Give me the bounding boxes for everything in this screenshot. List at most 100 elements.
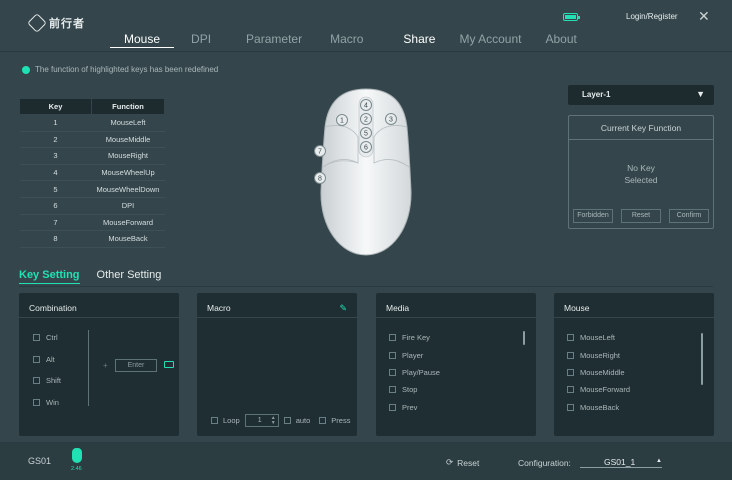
mouse-item-label: MouseLeft <box>580 333 616 343</box>
list-item[interactable]: Fire Key <box>389 329 440 346</box>
checkbox[interactable] <box>33 377 40 385</box>
checkbox[interactable] <box>33 355 40 363</box>
list-item[interactable]: MouseBack <box>567 399 630 416</box>
edit-pencil-icon[interactable]: ✎ <box>339 303 347 314</box>
layer-select[interactable]: Layer-1 ▼ <box>568 85 714 105</box>
layer-value: Layer-1 <box>582 90 611 99</box>
nav-tab-macro[interactable]: Macro <box>330 32 363 48</box>
loop-checkbox[interactable] <box>211 417 218 424</box>
logo-text: 前行者 <box>49 18 85 30</box>
mouse-scrollbar[interactable] <box>701 333 703 385</box>
table-row[interactable]: 1 MouseLeft <box>19 114 165 132</box>
keyboard-icon[interactable] <box>164 361 174 368</box>
configuration-select[interactable]: GS01_1 ▲ <box>580 457 662 468</box>
function-cell: MouseForward <box>91 214 165 232</box>
checkbox[interactable] <box>567 334 574 342</box>
modifier-alt[interactable]: Alt <box>33 349 61 371</box>
loop-count-stepper[interactable]: 1 ▲ ▼ <box>244 414 279 427</box>
checkbox[interactable] <box>389 351 396 359</box>
table-row[interactable]: 6 DPI <box>19 197 165 215</box>
press-checkbox[interactable] <box>319 417 327 424</box>
mouse-key-marker-6[interactable]: 6 <box>360 141 372 153</box>
modifier-ctrl[interactable]: Ctrl <box>33 327 61 349</box>
list-item[interactable]: MouseLeft <box>567 329 630 346</box>
nav-tab-dpi[interactable]: DPI <box>191 32 211 48</box>
firmware-version: 2.46 <box>71 466 82 472</box>
tab-other-setting[interactable]: Other Setting <box>97 269 162 284</box>
reset-button[interactable]: ⟳ Reset <box>446 457 479 468</box>
mouse-illustration: 1 4 2 3 5 6 7 8 <box>314 88 412 256</box>
table-row[interactable]: 2 MouseMiddle <box>19 131 165 149</box>
modifier-label: Alt <box>46 354 55 364</box>
panel-separator <box>197 317 357 318</box>
auto-checkbox[interactable] <box>283 417 291 424</box>
checkbox[interactable] <box>33 334 40 342</box>
mouse-function-panel: Mouse MouseLeft MouseRight MouseMiddle M… <box>554 293 714 436</box>
checkbox[interactable] <box>389 334 396 342</box>
checkbox[interactable] <box>389 368 396 376</box>
device-mouse-icon[interactable] <box>72 448 82 463</box>
list-item[interactable]: MouseForward <box>567 381 630 398</box>
list-item[interactable]: MouseMiddle <box>567 364 630 381</box>
stepper-arrows-icon[interactable]: ▲ ▼ <box>271 415 276 426</box>
notice-text: The function of highlighted keys has bee… <box>35 65 219 74</box>
media-scrollbar[interactable] <box>523 331 525 345</box>
mouse-key-marker-3[interactable]: 3 <box>385 113 397 125</box>
mouse-item-label: MouseBack <box>580 402 620 412</box>
table-row[interactable]: 5 MouseWheelDown <box>19 180 165 198</box>
table-row[interactable]: 3 MouseRight <box>19 147 165 165</box>
mouse-key-marker-5[interactable]: 5 <box>360 127 372 139</box>
nav-tab-my-account[interactable]: My Account <box>459 32 521 48</box>
loop-label: Loop <box>223 416 240 425</box>
table-row[interactable]: 7 MouseForward <box>19 214 165 232</box>
checkbox[interactable] <box>33 398 40 406</box>
mouse-item-label: MouseMiddle <box>580 367 625 377</box>
key-capture-field[interactable]: Enter <box>115 359 157 372</box>
nav-tab-mouse[interactable]: Mouse <box>110 32 175 48</box>
nav-tab-parameter[interactable]: Parameter <box>246 32 302 48</box>
modifier-shift[interactable]: Shift <box>33 370 61 392</box>
media-item-label: Stop <box>402 385 418 395</box>
key-cell: 7 <box>19 214 92 232</box>
mouse-key-marker-4[interactable]: 4 <box>360 99 372 111</box>
modifier-win[interactable]: Win <box>33 392 61 414</box>
list-item[interactable]: MouseRight <box>567 346 630 363</box>
list-item[interactable]: Stop <box>389 381 440 398</box>
reset-key-button[interactable]: Reset <box>621 209 661 223</box>
checkbox[interactable] <box>389 403 396 411</box>
login-register-link[interactable]: Login/Register <box>626 12 678 21</box>
panel-separator <box>554 317 714 318</box>
list-item[interactable]: Prev <box>389 399 440 416</box>
confirm-button[interactable]: Confirm <box>669 209 709 223</box>
mouse-key-marker-1[interactable]: 1 <box>336 114 348 126</box>
function-cell: MouseMiddle <box>91 131 165 149</box>
mouse-panel-title: Mouse <box>564 303 590 313</box>
checkbox[interactable] <box>567 368 574 376</box>
checkbox[interactable] <box>567 351 574 359</box>
close-icon[interactable]: ✕ <box>698 8 710 25</box>
table-row[interactable]: 4 MouseWheelUp <box>19 164 165 182</box>
nav-tab-about[interactable]: About <box>545 32 576 48</box>
mouse-key-marker-7[interactable]: 7 <box>314 145 326 157</box>
table-row[interactable]: 8 MouseBack <box>19 230 165 248</box>
mouse-key-marker-8[interactable]: 8 <box>314 172 326 184</box>
app-logo: 前行者 <box>27 13 85 33</box>
svg-text:5: 5 <box>364 131 368 138</box>
dropdown-caret-icon: ▼ <box>696 89 705 99</box>
mouse-key-marker-2[interactable]: 2 <box>360 113 372 125</box>
nav-tab-share[interactable]: Share <box>403 32 435 48</box>
key-cell: 6 <box>19 197 92 215</box>
function-cell: MouseLeft <box>91 114 165 132</box>
checkbox[interactable] <box>389 386 396 394</box>
modifier-label: Shift <box>46 376 62 386</box>
list-item[interactable]: Player <box>389 346 440 363</box>
forbidden-button[interactable]: Forbidden <box>573 209 613 223</box>
tab-key-setting[interactable]: Key Setting <box>19 269 80 284</box>
checkbox[interactable] <box>567 403 574 411</box>
checkbox[interactable] <box>567 386 574 394</box>
modifier-label: Win <box>46 397 59 407</box>
dropup-caret-icon: ▲ <box>656 458 662 464</box>
svg-text:1: 1 <box>340 118 344 125</box>
list-item[interactable]: Play/Pause <box>389 364 440 381</box>
media-title: Media <box>386 303 410 313</box>
